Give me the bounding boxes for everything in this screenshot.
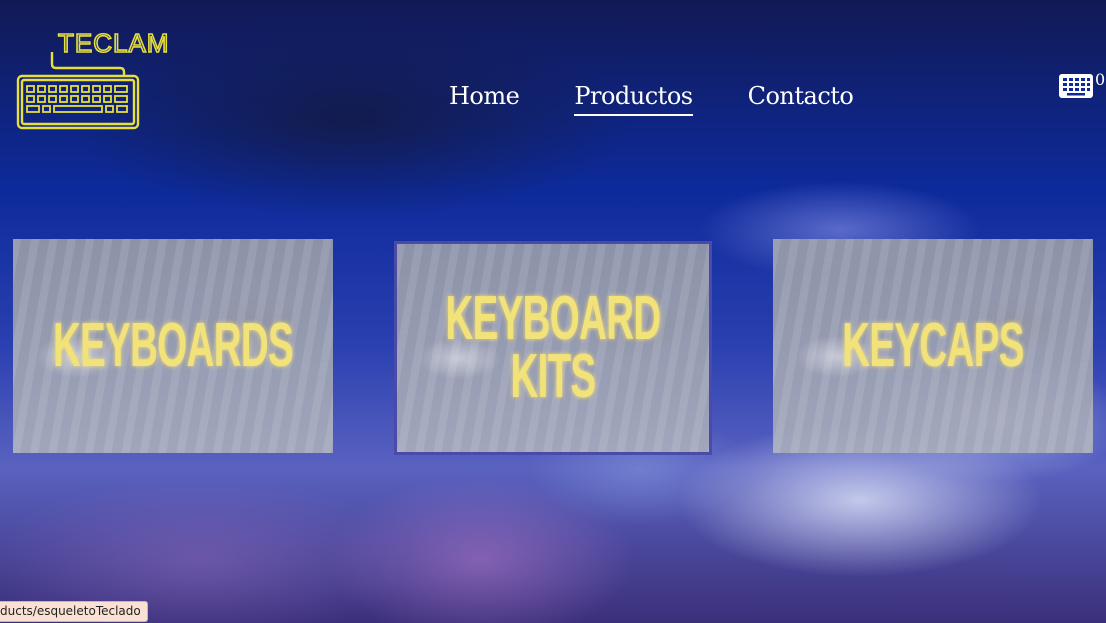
logo[interactable]: TECLAM — [14, 27, 186, 134]
card-label: KEYBOARDS — [52, 311, 294, 380]
category-card-keycaps[interactable]: KEYCAPS — [773, 239, 1093, 453]
nav-contacto[interactable]: Contacto — [748, 80, 854, 116]
nav-home[interactable]: Home — [449, 80, 520, 116]
category-card-keyboard-kits[interactable]: KEYBOARD KITS — [394, 241, 712, 455]
cart-count: 0 — [1095, 70, 1106, 89]
card-label: KEYBOARD KITS — [445, 284, 661, 411]
category-card-keyboards[interactable]: KEYBOARDS — [13, 239, 333, 453]
keyboard-logo-icon: TECLAM — [16, 27, 169, 130]
brand-name: TECLAM — [58, 30, 169, 58]
cart-button[interactable]: 0 — [1058, 70, 1106, 100]
card-label: KEYCAPS — [842, 311, 1024, 380]
main-nav: Home Productos Contacto — [449, 80, 854, 116]
keyboard-icon — [1059, 74, 1093, 98]
nav-productos[interactable]: Productos — [574, 80, 693, 116]
status-bar-url: ducts/esqueletoTeclado — [0, 601, 148, 622]
